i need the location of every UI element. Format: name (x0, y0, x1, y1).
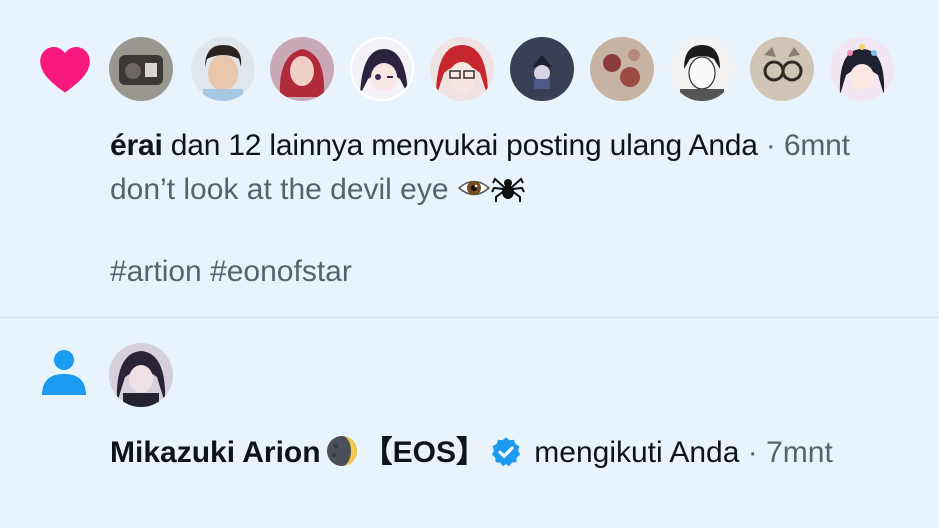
verified-badge-icon (491, 437, 521, 467)
person-icon (42, 350, 86, 395)
like-notification[interactable]: érai dan 12 lainnya menyukai posting ula… (0, 0, 939, 318)
post-text-content: don’t look at the devil eye (110, 173, 457, 206)
follow-summary: Mikazuki Arion 【EOS】 mengikuti Anda · 7mn… (110, 434, 833, 471)
follow-separator: · (739, 436, 767, 469)
avatar-9[interactable] (750, 37, 814, 101)
follower-username[interactable]: Mikazuki Arion (110, 436, 321, 469)
avatar-3[interactable] (270, 37, 334, 101)
avatar-10[interactable] (830, 37, 894, 101)
moon-emoji-icon (326, 436, 357, 466)
liker-username[interactable]: érai (110, 129, 163, 162)
follower-avatar[interactable] (109, 343, 173, 407)
like-action-text: dan 12 lainnya menyukai posting ulang An… (162, 129, 758, 162)
heart-icon (40, 46, 90, 93)
avatar-5[interactable] (430, 37, 494, 101)
spider-emoji-icon (490, 177, 525, 202)
avatar-8[interactable] (670, 37, 734, 101)
avatar-6[interactable] (510, 37, 574, 101)
like-separator: · (757, 129, 784, 162)
post-hashtags[interactable]: #artion #eonofstar (110, 254, 352, 290)
avatar-1[interactable] (109, 37, 173, 101)
avatar-4[interactable] (350, 37, 414, 101)
post-text: don’t look at the devil eye (110, 172, 525, 208)
like-summary: érai dan 12 lainnya menyukai posting ula… (110, 128, 850, 164)
avatar-7[interactable] (590, 37, 654, 101)
avatar-2[interactable] (191, 37, 255, 101)
follower-user-suffix: 【EOS】 (362, 436, 486, 469)
follow-action-text: mengikuti Anda (525, 436, 740, 469)
eye-emoji-icon (457, 180, 491, 196)
like-time: 6mnt (783, 129, 850, 162)
follow-time: 7mnt (766, 436, 833, 469)
